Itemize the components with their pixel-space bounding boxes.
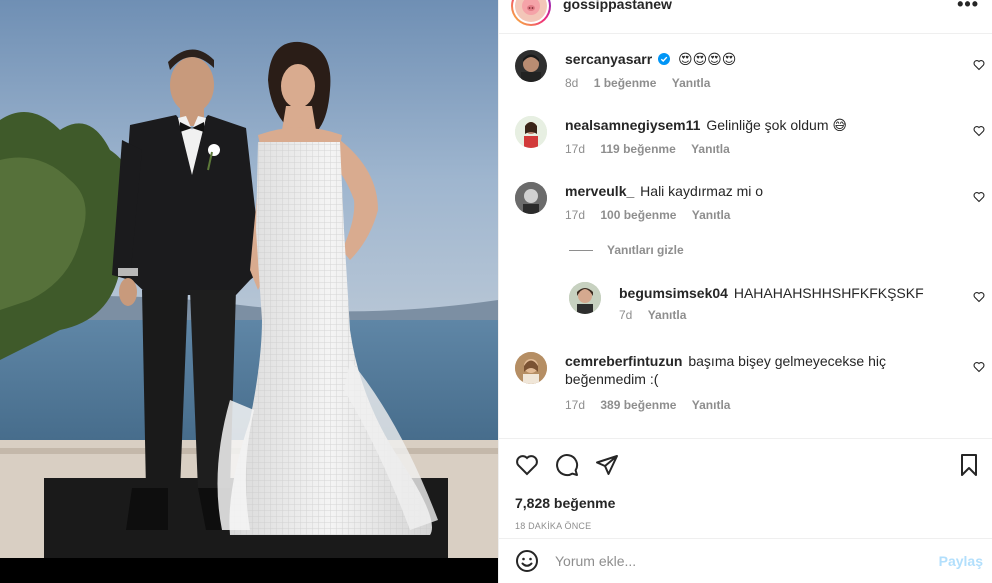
commenter-avatar[interactable]: [515, 50, 547, 82]
pig-avatar-icon: [515, 0, 547, 22]
comment-icon[interactable]: [555, 453, 579, 477]
reply-button[interactable]: Yanıtla: [672, 76, 711, 90]
reply-button[interactable]: Yanıtla: [692, 208, 731, 222]
comment-text: Hali kaydırmaz mi o: [640, 183, 764, 199]
comment-text: Gelinliğe şok oldum 😅: [706, 117, 847, 133]
emoji-icon[interactable]: [515, 549, 539, 573]
reply-button[interactable]: Yanıtla: [692, 398, 731, 412]
instagram-post-view: gossippastanew ••• sercanyasarr 😍😍😍😍 8d: [0, 0, 992, 583]
comment-age: 8d: [565, 76, 579, 90]
author-username[interactable]: gossippastanew: [563, 0, 672, 12]
comment-username[interactable]: nealsamnegiysem11: [565, 117, 700, 133]
comment-age: 17d: [565, 208, 586, 222]
commenter-avatar[interactable]: [515, 352, 547, 384]
comment-username[interactable]: merveulk_: [565, 183, 634, 199]
more-options-icon[interactable]: •••: [957, 0, 979, 15]
comments-list: sercanyasarr 😍😍😍😍 8d 1 beğenme Yanıtla n…: [499, 34, 992, 438]
like-comment-heart-icon[interactable]: [973, 58, 985, 71]
comment-age: 17d: [565, 142, 586, 156]
like-comment-heart-icon[interactable]: [973, 190, 985, 203]
post-details-panel: gossippastanew ••• sercanyasarr 😍😍😍😍 8d: [498, 0, 992, 583]
like-comment-heart-icon[interactable]: [973, 290, 985, 303]
comment-composer: Yorum ekle... Paylaş: [499, 538, 992, 583]
likes-count[interactable]: 7,828 beğenme: [515, 495, 615, 511]
author-avatar[interactable]: [511, 0, 551, 26]
post-header: gossippastanew •••: [499, 0, 992, 34]
like-comment-heart-icon[interactable]: [973, 360, 985, 373]
comment-age: 7d: [619, 308, 633, 322]
wedding-photo: [0, 0, 498, 583]
reply-button[interactable]: Yanıtla: [691, 142, 730, 156]
comment-text: HAHAHAHSHHSHFKFKŞSKF: [733, 285, 924, 301]
post-comment-button[interactable]: Paylaş: [939, 553, 983, 569]
reply-button[interactable]: Yanıtla: [648, 308, 687, 322]
share-icon[interactable]: [595, 453, 619, 477]
like-comment-heart-icon[interactable]: [973, 124, 985, 137]
post-photo[interactable]: [0, 0, 498, 583]
comment-likes[interactable]: 100 beğenme: [600, 208, 676, 222]
comment-username[interactable]: sercanyasarr: [565, 51, 652, 67]
comment-username[interactable]: cemreberfintuzun: [565, 353, 682, 369]
comment-input[interactable]: Yorum ekle...: [555, 553, 636, 569]
comment-username[interactable]: begumsimsek04: [619, 285, 728, 301]
hide-replies-label: Yanıtları gizle: [607, 243, 684, 257]
comment-likes[interactable]: 119 beğenme: [600, 142, 675, 156]
verified-icon: [658, 51, 671, 65]
heart-icon[interactable]: [515, 453, 539, 477]
hide-replies-button[interactable]: Yanıtları gizle: [569, 243, 684, 257]
commenter-avatar[interactable]: [515, 116, 547, 148]
posted-time: 18 DAKİKA ÖNCE: [515, 521, 592, 531]
commenter-avatar[interactable]: [569, 282, 601, 314]
divider-line: [569, 250, 593, 252]
comment-age: 17d: [565, 398, 586, 412]
commenter-avatar[interactable]: [515, 182, 547, 214]
comment-likes[interactable]: 1 beğenme: [594, 76, 657, 90]
comment-text-line2: beğenmedim :(: [565, 371, 659, 387]
post-actions: 7,828 beğenme 18 DAKİKA ÖNCE: [499, 438, 992, 538]
comment-text-line1: başıma bişey gelmeyecekse hiç: [688, 353, 887, 369]
bookmark-icon[interactable]: [957, 453, 981, 477]
comment-likes[interactable]: 389 beğenme: [600, 398, 676, 412]
comment-emojis: 😍😍😍😍: [677, 51, 737, 67]
